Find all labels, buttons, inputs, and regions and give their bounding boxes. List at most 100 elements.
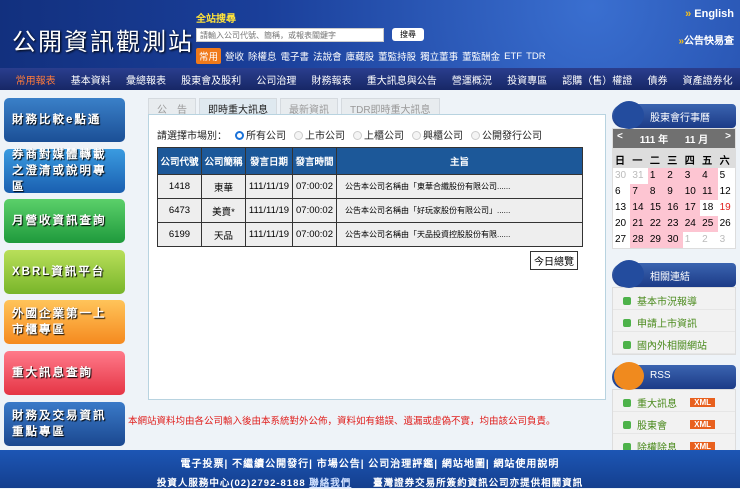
- search-input[interactable]: [196, 28, 384, 42]
- today-overview-button[interactable]: 今日總覽: [530, 251, 578, 270]
- banner-financial-trading[interactable]: 財務及交易資訊重點專區: [4, 401, 125, 446]
- nav-item[interactable]: 投資專區: [500, 72, 555, 87]
- tab-latest-info[interactable]: 最新資訊: [280, 98, 338, 116]
- content-panel: 請選擇市場別： 所有公司 上市公司 上櫃公司 興櫃公司 公開發行公司 公司代號 …: [148, 114, 606, 400]
- nav-item[interactable]: 認購（售）權證: [555, 72, 640, 87]
- nav-item[interactable]: 資產證券化: [675, 72, 740, 87]
- calendar-day[interactable]: 22: [647, 216, 666, 232]
- footer-link[interactable]: 網站地圖: [442, 459, 486, 470]
- radio-otc[interactable]: 上櫃公司: [353, 127, 404, 142]
- nav-item[interactable]: 股東會及股利: [174, 72, 249, 87]
- banner-clarification[interactable]: 券商對媒體轉載之澄清或說明專區: [4, 148, 125, 193]
- link-item[interactable]: 國內外相關網站: [613, 332, 735, 354]
- footer-link[interactable]: 不繼續公開發行: [232, 459, 309, 470]
- banner-foreign-listing[interactable]: 外國企業第一上市櫃專區: [4, 300, 125, 345]
- tab-announcements[interactable]: 公 告: [148, 98, 196, 116]
- cell-time: 07:00:02: [292, 222, 337, 247]
- weekday: 六: [719, 156, 730, 167]
- quick-link[interactable]: ETF: [504, 51, 522, 62]
- radio-public[interactable]: 公開發行公司: [471, 127, 542, 142]
- quick-link[interactable]: 董監酬金: [462, 49, 500, 63]
- calendar-day[interactable]: 25: [700, 216, 718, 232]
- nav-item[interactable]: 財務報表: [304, 72, 359, 87]
- footer-link[interactable]: 市場公告: [317, 459, 361, 470]
- nav-item[interactable]: 常用報表: [8, 72, 63, 87]
- weekday-header: 日一二三四五六: [613, 148, 735, 168]
- weekday: 日: [615, 156, 625, 167]
- nav-item[interactable]: 營運概況: [444, 72, 499, 87]
- disclaimer: 本網站資料均由各公司輸入後由本系統對外公佈，資料如有錯誤、遺漏或虛偽不實，均由該…: [128, 416, 556, 427]
- calendar-day[interactable]: 30: [665, 232, 683, 248]
- quick-link[interactable]: 法說會: [313, 49, 342, 63]
- calendar-day[interactable]: 15: [647, 200, 666, 216]
- prev-month-button[interactable]: <: [617, 131, 623, 146]
- quick-link[interactable]: 獨立董事: [420, 49, 458, 63]
- nav-item[interactable]: 債券: [640, 72, 675, 87]
- quick-link[interactable]: 董監持股: [378, 49, 416, 63]
- banner-xbrl[interactable]: XBRL資訊平台: [4, 249, 125, 294]
- site-logo[interactable]: 公開資訊觀測站: [12, 22, 194, 57]
- rss-item[interactable]: 股東會 XML: [613, 412, 735, 434]
- table-row[interactable]: 1418 東華 111/11/19 07:00:02 公告本公司名稱由「東華合纖…: [157, 174, 583, 199]
- footer-link[interactable]: 電子投票: [181, 459, 225, 470]
- xml-badge[interactable]: XML: [690, 420, 715, 429]
- cell-subject[interactable]: 公告本公司名稱由「天品投資控股股份有限......: [336, 222, 583, 247]
- nav-item[interactable]: 彙總報表: [118, 72, 173, 87]
- calendar-day[interactable]: 28: [630, 232, 648, 248]
- footer-link[interactable]: 公司治理評鑑: [368, 459, 434, 470]
- tab-bar: 公 告 即時重大訊息 最新資訊 TDR即時重大訊息: [148, 98, 440, 116]
- contact-link[interactable]: 聯絡我們: [309, 478, 351, 489]
- calendar-day[interactable]: 23: [665, 216, 683, 232]
- nav-item[interactable]: 公司治理: [249, 72, 304, 87]
- nav-item[interactable]: 重大訊息與公告: [359, 72, 444, 87]
- tab-realtime-material[interactable]: 即時重大訊息: [199, 98, 277, 116]
- quick-link[interactable]: 營收: [225, 49, 244, 63]
- tab-tdr-material[interactable]: TDR即時重大訊息: [341, 98, 440, 116]
- calendar-days: 30 31 1 2 3 4 5 6 7 8 9 10 11 12 13 14 15 16 17 18 19 20 21 22 2…: [613, 168, 735, 248]
- calendar-day[interactable]: 9: [665, 184, 683, 200]
- calendar-day: 12: [719, 186, 731, 197]
- radio-all[interactable]: 所有公司: [235, 127, 286, 142]
- calendar-day[interactable]: 2: [665, 168, 683, 184]
- radio-emerging[interactable]: 興櫃公司: [412, 127, 463, 142]
- calendar-day[interactable]: 29: [647, 232, 666, 248]
- calendar-day[interactable]: 3: [682, 168, 701, 184]
- quick-link[interactable]: 電子書: [281, 49, 310, 63]
- calendar-day[interactable]: 17: [682, 200, 701, 216]
- calendar-day[interactable]: 10: [682, 184, 701, 200]
- calendar-day[interactable]: 11: [700, 184, 718, 200]
- quick-link[interactable]: TDR: [526, 51, 546, 62]
- quick-query-link[interactable]: »公告快易查: [678, 32, 734, 47]
- banner-financial-compare[interactable]: 財務比較e點通: [4, 98, 125, 142]
- banner-monthly-revenue[interactable]: 月營收資訊查詢: [4, 199, 125, 244]
- banner-material-info[interactable]: 重大訊息查詢: [4, 350, 125, 395]
- calendar-day[interactable]: 8: [647, 184, 666, 200]
- table-row[interactable]: 6473 美賣* 111/11/19 07:00:02 公告本公司名稱由「好玩家…: [157, 198, 583, 223]
- nav-item[interactable]: 基本資料: [63, 72, 118, 87]
- ie-icon: [614, 260, 644, 288]
- link-item[interactable]: 申請上市資訊: [613, 310, 735, 332]
- link-item[interactable]: 基本市況報導: [613, 288, 735, 310]
- xml-badge[interactable]: XML: [690, 398, 715, 407]
- calendar-day[interactable]: 16: [665, 200, 683, 216]
- calendar-day[interactable]: 14: [630, 200, 648, 216]
- search-button[interactable]: 搜尋: [392, 28, 424, 41]
- cell-date: 111/11/19: [245, 198, 293, 223]
- calendar-day[interactable]: 7: [630, 184, 648, 200]
- radio-listed[interactable]: 上市公司: [294, 127, 345, 142]
- quick-link[interactable]: 庫藏股: [346, 49, 375, 63]
- english-link[interactable]: » English: [685, 8, 734, 20]
- table-row[interactable]: 6199 天品 111/11/19 07:00:02 公告本公司名稱由「天品投資…: [157, 222, 583, 247]
- next-month-button[interactable]: >: [725, 131, 731, 146]
- footer-link[interactable]: 網站使用說明: [493, 459, 559, 470]
- cell-subject[interactable]: 公告本公司名稱由「東華合纖股份有限公司......: [336, 174, 583, 199]
- calendar-day[interactable]: 21: [630, 216, 648, 232]
- quick-link[interactable]: 除權息: [248, 49, 277, 63]
- calendar-day: 27: [615, 234, 627, 245]
- calendar-day[interactable]: 24: [682, 216, 701, 232]
- calendar-day[interactable]: 1: [647, 168, 666, 184]
- cell-subject[interactable]: 公告本公司名稱由「好玩家股份有限公司」......: [336, 198, 583, 223]
- calendar-day[interactable]: 4: [700, 168, 718, 184]
- rss-item[interactable]: 重大訊息 XML: [613, 390, 735, 412]
- links-list: 基本市況報導 申請上市資訊 國內外相關網站: [612, 287, 736, 355]
